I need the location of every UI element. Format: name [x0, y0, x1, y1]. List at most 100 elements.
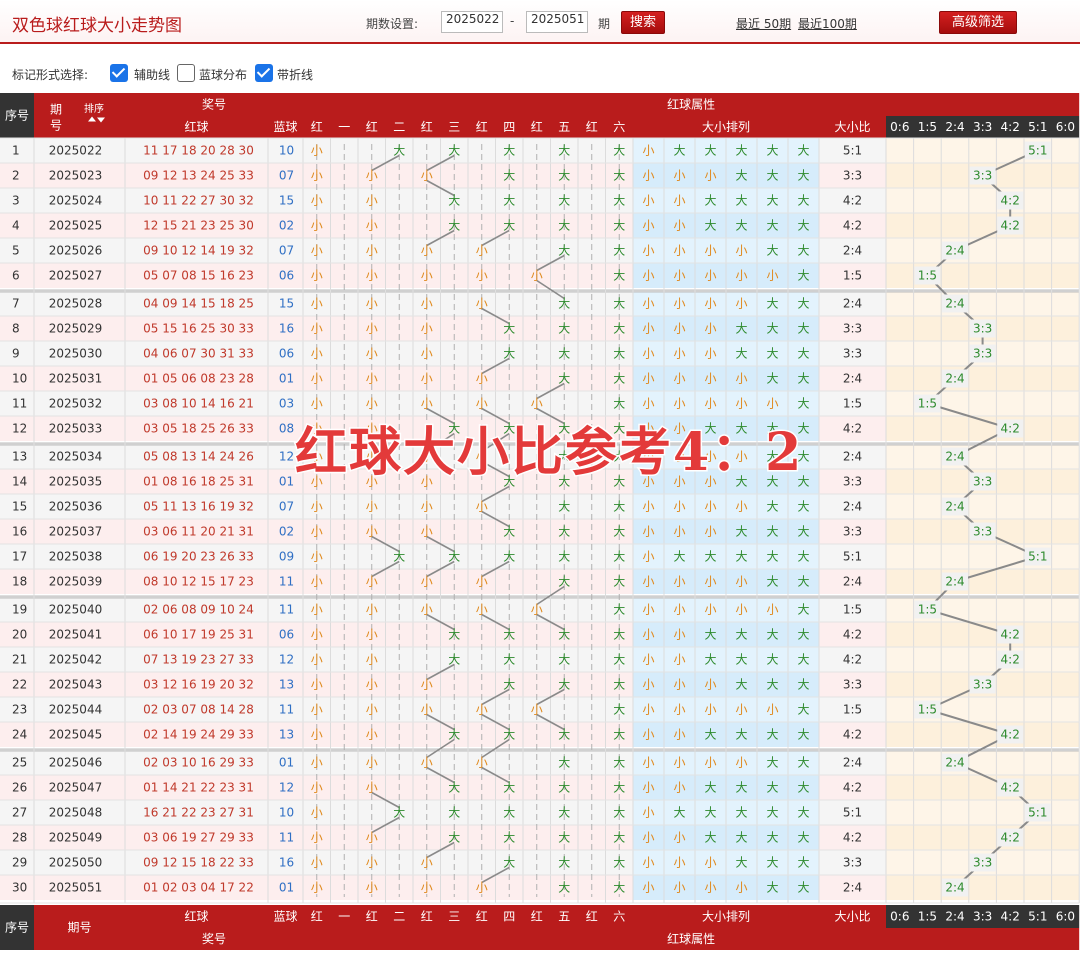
position-small-mark: 小	[366, 219, 378, 233]
position-small-mark: 小	[421, 372, 433, 386]
footer-blue-label: 蓝球	[273, 910, 297, 924]
size-seq-mark: 大	[797, 322, 809, 336]
ratio-mark: 5:1	[1028, 550, 1047, 564]
position-small-mark: 小	[311, 653, 323, 667]
size-seq-mark: 小	[704, 500, 716, 514]
size-seq-mark: 小	[673, 628, 685, 642]
position-big-mark: 大	[613, 397, 625, 411]
size-seq-mark: 大	[797, 297, 809, 311]
row-period: 2025037	[49, 525, 102, 539]
row-blue-number: 07	[279, 244, 294, 258]
position-small-mark: 小	[421, 500, 433, 514]
position-small-mark: 小	[311, 297, 323, 311]
size-seq-mark: 小	[642, 297, 654, 311]
size-seq-mark: 小	[704, 269, 716, 283]
position-small-mark: 小	[311, 244, 323, 258]
ratio-chart-bg	[886, 238, 1080, 263]
ratio-chart-bg	[886, 647, 1080, 672]
size-seq-mark: 小	[735, 372, 747, 386]
row-index: 16	[12, 525, 27, 539]
row-size-ratio: 4:2	[843, 653, 862, 667]
footer-attr-group-label: 红球属性	[667, 931, 715, 946]
header-red-label: 红球	[184, 119, 208, 134]
position-small-mark: 小	[366, 397, 378, 411]
size-seq-mark: 小	[704, 703, 716, 717]
size-seq-mark: 小	[766, 603, 778, 617]
footer-position-0: 红	[311, 909, 323, 924]
row-size-ratio: 2:4	[843, 575, 862, 589]
header-ratio-2: 2:4	[945, 120, 964, 134]
size-seq-mark: 小	[642, 194, 654, 208]
ratio-mark: 3:3	[973, 347, 992, 361]
size-seq-mark: 小	[642, 703, 654, 717]
row-index: 8	[12, 322, 20, 336]
size-seq-mark: 大	[704, 653, 716, 667]
position-big-mark: 大	[503, 219, 515, 233]
size-seq-mark: 小	[704, 881, 716, 895]
row-blue-number: 13	[279, 728, 294, 742]
size-seq-mark: 小	[704, 756, 716, 770]
size-seq-mark: 小	[642, 781, 654, 795]
footer-position-4: 红	[421, 909, 433, 924]
position-big-mark: 大	[558, 550, 570, 564]
row-blue-number: 02	[279, 525, 294, 539]
row-red-numbers: 10 11 22 27 30 32	[143, 194, 254, 208]
position-small-mark: 小	[366, 603, 378, 617]
position-small-mark: 小	[366, 728, 378, 742]
footer-index-label: 序号	[5, 920, 29, 935]
size-seq-mark: 小	[673, 575, 685, 589]
row-period: 2025032	[49, 397, 102, 411]
position-small-mark: 小	[366, 575, 378, 589]
row-period: 2025028	[49, 297, 102, 311]
header-ratio-0: 0:6	[890, 120, 909, 134]
row-blue-number: 11	[279, 603, 294, 617]
size-seq-mark: 大	[704, 728, 716, 742]
position-small-mark: 小	[311, 628, 323, 642]
row-size-ratio: 5:1	[843, 806, 862, 820]
size-seq-mark: 大	[797, 169, 809, 183]
row-red-numbers: 05 15 16 25 30 33	[143, 322, 254, 336]
header-size-seq-label: 大小排列	[702, 120, 750, 134]
row-blue-number: 06	[279, 628, 294, 642]
header-index-label: 序号	[5, 108, 29, 123]
ratio-mark: 2:4	[945, 756, 964, 770]
size-seq-mark: 小	[673, 397, 685, 411]
row-period: 2025029	[49, 322, 102, 336]
position-small-mark: 小	[421, 525, 433, 539]
row-red-numbers: 02 14 19 24 29 33	[143, 728, 254, 742]
row-red-numbers: 05 08 13 14 24 26	[143, 450, 254, 464]
position-small-mark: 小	[476, 244, 488, 258]
row-index: 19	[12, 603, 27, 617]
row-size-ratio: 5:1	[843, 550, 862, 564]
size-seq-mark: 小	[642, 500, 654, 514]
row-size-ratio: 3:3	[843, 347, 862, 361]
size-seq-mark: 小	[704, 322, 716, 336]
position-big-mark: 大	[558, 372, 570, 386]
row-period: 2025038	[49, 550, 102, 564]
position-big-mark: 大	[503, 781, 515, 795]
footer-position-5: 三	[448, 910, 460, 924]
row-size-ratio: 1:5	[843, 397, 862, 411]
position-big-mark: 大	[503, 653, 515, 667]
header-ratio-1: 1:5	[918, 120, 937, 134]
row-size-ratio: 4:2	[843, 628, 862, 642]
row-blue-number: 06	[279, 347, 294, 361]
position-big-mark: 大	[393, 806, 405, 820]
size-seq-mark: 大	[766, 806, 778, 820]
row-period: 2025045	[49, 728, 102, 742]
position-small-mark: 小	[531, 269, 543, 283]
ratio-mark: 2:4	[945, 297, 964, 311]
footer-position-7: 四	[503, 910, 515, 924]
position-big-mark: 大	[613, 628, 625, 642]
row-size-ratio: 3:3	[843, 475, 862, 489]
row-period: 2025050	[49, 856, 102, 870]
size-seq-mark: 大	[704, 831, 716, 845]
size-seq-mark: 大	[797, 194, 809, 208]
row-red-numbers: 01 08 16 18 25 31	[143, 475, 254, 489]
row-index: 25	[12, 756, 27, 770]
position-big-mark: 大	[613, 653, 625, 667]
footer-ratio-3: 3:3	[973, 910, 992, 924]
size-seq-mark: 大	[704, 781, 716, 795]
ratio-mark: 4:2	[1001, 219, 1020, 233]
row-period: 2025044	[49, 703, 102, 717]
